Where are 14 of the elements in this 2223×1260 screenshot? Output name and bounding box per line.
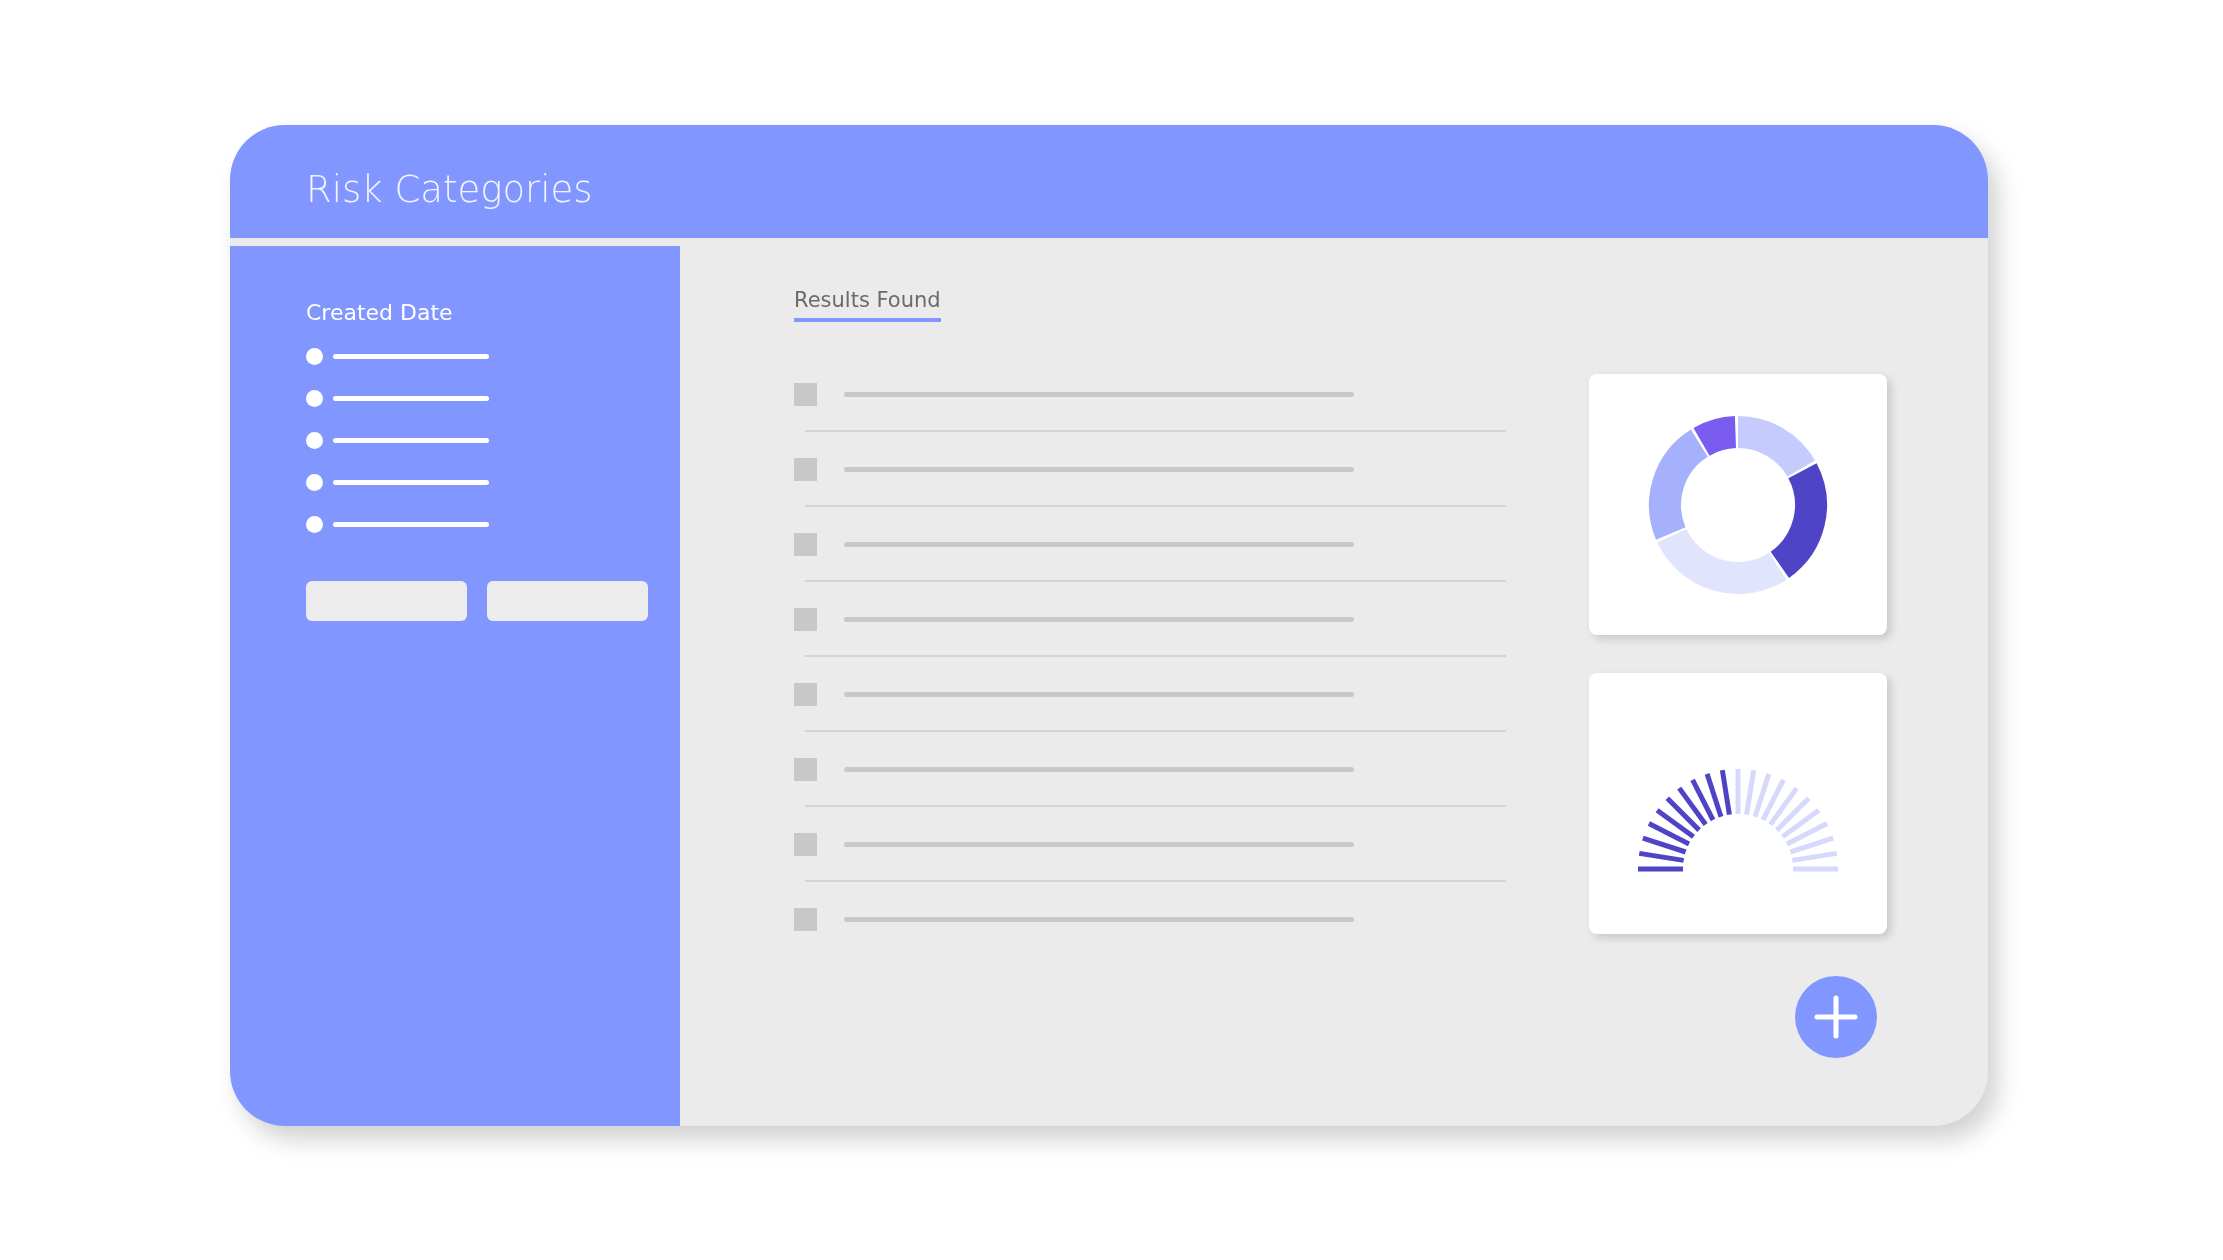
checkbox[interactable] bbox=[794, 607, 817, 631]
plus-icon bbox=[1814, 995, 1858, 1039]
checkbox[interactable] bbox=[794, 532, 817, 556]
results-tab[interactable]: Results Found bbox=[794, 286, 941, 322]
checkbox[interactable] bbox=[794, 382, 817, 406]
checkbox[interactable] bbox=[794, 832, 817, 856]
checkbox[interactable] bbox=[794, 457, 817, 481]
checkbox[interactable] bbox=[794, 757, 817, 781]
blank-button[interactable] bbox=[487, 581, 648, 621]
checkbox[interactable] bbox=[794, 682, 817, 706]
filter-heading: Created Date bbox=[306, 299, 454, 327]
checkbox[interactable] bbox=[794, 907, 817, 931]
blank-button[interactable] bbox=[306, 581, 467, 621]
window-title: Risk Categories bbox=[306, 166, 593, 213]
